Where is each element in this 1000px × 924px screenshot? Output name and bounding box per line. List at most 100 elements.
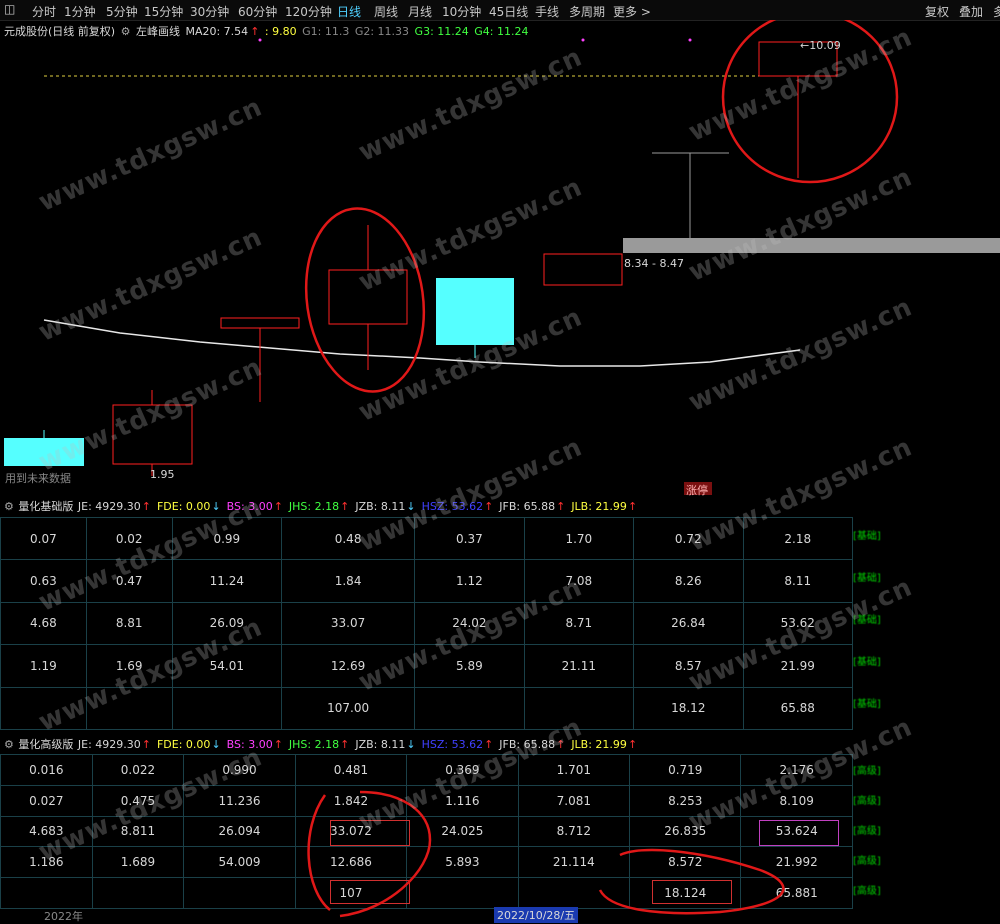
period-tab-120min[interactable]: 120分钟 <box>285 3 332 20</box>
table-cell: 21.11 <box>523 644 635 688</box>
table-cell: 33.07 <box>281 601 416 646</box>
panel1-side-label: [基础] <box>853 531 881 542</box>
panel1-side-label: [基础] <box>853 573 881 584</box>
table-cell: 8.26 <box>633 559 744 603</box>
panel1-values: JE: 4929.30↑ FDE: 0.00↓ BS: 3.00↑ JHS: 2.18… <box>78 500 643 513</box>
table-row: 1.19 1.69 54.01 12.69 5.89 21.11 8.57 21.99 <box>0 644 853 688</box>
panel1-arrow-icon: ↑ <box>627 500 638 513</box>
table-cell <box>414 686 525 731</box>
signal-dot <box>581 38 585 42</box>
table-cell: 26.09 <box>171 601 283 646</box>
panel1-value-4: JZB: 8.11 <box>355 500 406 513</box>
table-cell: 12.69 <box>281 644 416 688</box>
panel1-arrow-icon: ↑ <box>484 500 494 513</box>
table-cell: 8.57 <box>633 644 744 688</box>
table-cell <box>171 686 283 731</box>
table-cell: 0.02 <box>85 516 173 561</box>
table-cell <box>0 686 87 731</box>
panel1-arrow-icon: ↑ <box>556 500 566 513</box>
table-cell: 8.11 <box>742 559 853 603</box>
table-cell <box>523 686 635 731</box>
candlestick-chart[interactable] <box>0 20 1000 495</box>
table-cell: 0.37 <box>414 516 525 561</box>
candle-5 <box>436 278 514 358</box>
period-tab-30min[interactable]: 30分钟 <box>190 3 229 20</box>
table-cell: 53.62 <box>742 601 853 646</box>
table-cell: 1.84 <box>281 559 416 603</box>
signal-dot <box>688 38 692 42</box>
candle-1 <box>4 430 84 466</box>
future-data-label: 用到未来数据 <box>5 472 71 485</box>
table-cell: 0.63 <box>0 559 87 603</box>
table-row: 4.68 8.81 26.09 33.07 24.02 8.71 26.84 53.62 <box>0 601 853 646</box>
panel1-side-label: [基础] <box>853 657 881 668</box>
candle-2 <box>112 390 193 476</box>
table-cell: 21.99 <box>742 644 853 688</box>
panel1-table: 0.07 0.02 0.99 0.48 0.37 1.70 0.72 2.18 0.63 0.47… <box>0 516 853 731</box>
period-tab-60min[interactable]: 60分钟 <box>238 3 277 20</box>
candle-3 <box>220 317 300 402</box>
candle-6 <box>543 253 623 286</box>
table-cell: 1.19 <box>0 644 87 688</box>
table-cell: 65.88 <box>742 686 853 731</box>
table-cell: 0.99 <box>171 516 283 561</box>
table-cell: 11.24 <box>171 559 283 603</box>
panel1-value-5: HSZ: 53.62 <box>421 500 484 513</box>
table-cell: 0.47 <box>85 559 173 603</box>
overlay-button[interactable]: 叠加 <box>959 3 983 20</box>
footer-date: 2022/10/28/五 <box>494 907 579 923</box>
table-cell: 1.69 <box>85 644 173 688</box>
restore-right-button[interactable]: 复权 <box>925 3 949 20</box>
period-toolbar: ◫ 分时 1分钟 5分钟 15分钟 30分钟 60分钟 120分钟 日线 周线 … <box>0 0 1000 21</box>
panel1-arrow-icon: ↓ <box>211 500 221 513</box>
table-row: 0.07 0.02 0.99 0.48 0.37 1.70 0.72 2.18 <box>0 516 853 561</box>
table-cell: 0.48 <box>281 516 416 561</box>
panel1-gear-icon[interactable]: ⚙ <box>4 500 14 513</box>
annotation-circle <box>598 848 785 915</box>
table-cell: 18.12 <box>633 686 744 731</box>
annotation-circle <box>307 790 432 918</box>
table-cell: 0.07 <box>0 516 87 561</box>
table-row: 0.63 0.47 11.24 1.84 1.12 7.08 8.26 8.11 <box>0 559 853 603</box>
period-tab-5min[interactable]: 5分钟 <box>106 3 138 20</box>
panel1-value-6: JFB: 65.88 <box>499 500 556 513</box>
panel1-value-0: JE: 4929.30 <box>77 500 141 513</box>
limit-up-tag: 涨停 <box>686 484 708 497</box>
range-label: 8.34 - 8.47 <box>624 257 684 270</box>
panel1-arrow-icon: ↓ <box>406 500 416 513</box>
table-cell: 4.68 <box>0 601 87 646</box>
table-cell: 8.71 <box>523 601 635 646</box>
small-value-label: 1.95 <box>150 468 175 481</box>
table-row: 107.00 18.12 65.88 <box>0 686 853 731</box>
period-tab-10min[interactable]: 10分钟 <box>442 3 481 20</box>
annotation-layer <box>307 790 785 918</box>
high-price-value: 10.09 <box>809 39 841 52</box>
table-cell: 24.02 <box>414 601 525 646</box>
period-tab-1min[interactable]: 1分钟 <box>64 3 96 20</box>
candle-4 <box>328 225 408 370</box>
signal-dot <box>258 38 262 42</box>
period-tab-daily[interactable]: 日线 <box>337 3 361 20</box>
panel1-title: 量化基础版 <box>18 500 74 513</box>
panel1-arrow-icon: ↑ <box>340 500 350 513</box>
period-tab-hand[interactable]: 手线 <box>535 3 559 20</box>
candle-7 <box>652 152 729 238</box>
more-right-button[interactable]: 多 <box>993 3 1000 20</box>
panel-toggle-icon[interactable]: ◫ <box>4 2 15 16</box>
footer-year: 2022年 <box>44 910 83 923</box>
table-cell: 5.89 <box>414 644 525 688</box>
period-tab-15min[interactable]: 15分钟 <box>144 3 183 20</box>
more-menu[interactable]: 更多 > <box>613 3 651 20</box>
period-tab-fenshi[interactable]: 分时 <box>32 3 56 20</box>
price-band <box>623 238 1000 253</box>
panel1-value-1: FDE: 0.00 <box>156 500 211 513</box>
period-tab-weekly[interactable]: 周线 <box>374 3 398 20</box>
panel1-value-2: BS: 3.00 <box>226 500 273 513</box>
table-cell: 107.00 <box>281 686 416 731</box>
table-cell: 0.72 <box>633 516 744 561</box>
table-cell: 26.84 <box>633 601 744 646</box>
period-tab-45day[interactable]: 45日线 <box>489 3 528 20</box>
period-tab-multi[interactable]: 多周期 <box>569 3 605 20</box>
panel1-side-label: [基础] <box>853 699 881 710</box>
period-tab-monthly[interactable]: 月线 <box>408 3 432 20</box>
